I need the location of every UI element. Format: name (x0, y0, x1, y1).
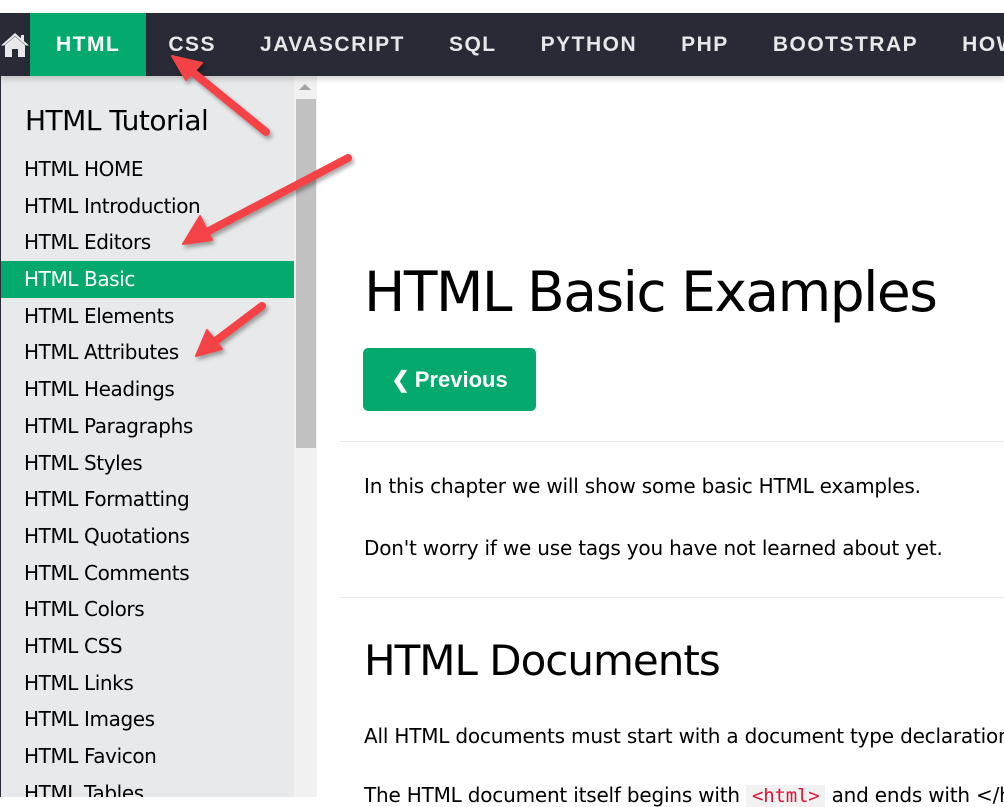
section-title: HTML Documents (364, 636, 721, 685)
nav-css[interactable]: CSS (146, 13, 238, 76)
scroll-up-arrow-icon[interactable] (299, 84, 311, 90)
intro-paragraph-1: In this chapter we will show some basic … (364, 474, 921, 498)
chevron-left-icon: ❮ (391, 366, 410, 392)
nav-php[interactable]: PHP (659, 13, 751, 76)
sidebar-item-html-links[interactable]: HTML Links (1, 665, 294, 702)
nav-bootstrap[interactable]: BOOTSTRAP (751, 13, 940, 76)
nav-javascript[interactable]: JAVASCRIPT (238, 13, 427, 76)
sidebar: HTML Tutorial HTML HOME HTML Introductio… (1, 76, 294, 797)
previous-label: Previous (414, 366, 508, 392)
scrollbar-thumb[interactable] (296, 99, 316, 448)
sidebar-item-html-formatting[interactable]: HTML Formatting (1, 481, 294, 518)
top-navbar: HTML CSS JAVASCRIPT SQL PYTHON PHP BOOTS… (0, 13, 1004, 76)
nav-sql[interactable]: SQL (427, 13, 519, 76)
intro-paragraph-2: Don't worry if we use tags you have not … (364, 536, 943, 560)
home-icon (1, 32, 29, 57)
sidebar-item-html-elements[interactable]: HTML Elements (1, 298, 294, 335)
sidebar-item-html-headings[interactable]: HTML Headings (1, 371, 294, 408)
nav-python[interactable]: PYTHON (519, 13, 660, 76)
sidebar-item-html-quotations[interactable]: HTML Quotations (1, 518, 294, 555)
sidebar-item-html-comments[interactable]: HTML Comments (1, 555, 294, 592)
sidebar-item-html-paragraphs[interactable]: HTML Paragraphs (1, 408, 294, 445)
main-content: HTML Basic Examples ❮ Previous In this c… (340, 76, 1004, 807)
sidebar-item-html-tables[interactable]: HTML Tables (1, 775, 294, 797)
sidebar-scrollbar[interactable] (294, 76, 317, 797)
nav-html[interactable]: HTML (30, 13, 147, 76)
sidebar-item-html-introduction[interactable]: HTML Introduction (1, 188, 294, 225)
sidebar-item-html-colors[interactable]: HTML Colors (1, 591, 294, 628)
sidebar-list: HTML HOME HTML Introduction HTML Editors… (1, 151, 294, 797)
sidebar-item-html-styles[interactable]: HTML Styles (1, 445, 294, 482)
sidebar-item-html-home[interactable]: HTML HOME (1, 151, 294, 188)
doc-paragraph-2: The HTML document itself begins with <ht… (364, 783, 1004, 807)
sidebar-item-html-editors[interactable]: HTML Editors (1, 224, 294, 261)
doc-paragraph-1: All HTML documents must start with a doc… (364, 724, 1004, 748)
sidebar-item-html-attributes[interactable]: HTML Attributes (1, 334, 294, 371)
sidebar-title: HTML Tutorial (25, 104, 209, 137)
divider (340, 597, 1004, 598)
sidebar-item-html-images[interactable]: HTML Images (1, 701, 294, 738)
nav-howto[interactable]: HOW TO (940, 13, 1004, 76)
divider (340, 441, 1004, 442)
inline-code: <html> (746, 785, 826, 807)
home-button[interactable] (0, 13, 30, 76)
page-title: HTML Basic Examples (364, 260, 938, 324)
previous-button[interactable]: ❮ Previous (363, 348, 536, 411)
sidebar-item-html-favicon[interactable]: HTML Favicon (1, 738, 294, 775)
doc-text-after: and ends with </html>. (831, 783, 1004, 807)
window-top-strip (0, 0, 1004, 13)
sidebar-item-html-basic[interactable]: HTML Basic (1, 261, 294, 298)
window-edge (0, 13, 1, 797)
sidebar-item-html-css[interactable]: HTML CSS (1, 628, 294, 665)
doc-text-before: The HTML document itself begins with (364, 783, 747, 807)
